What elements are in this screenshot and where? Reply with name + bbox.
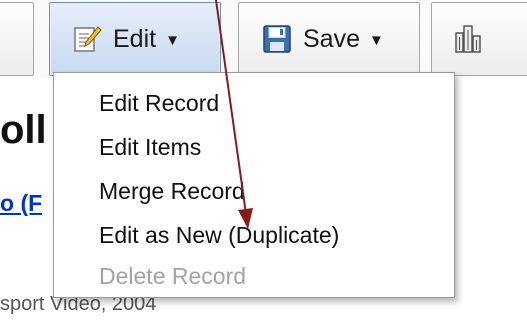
chevron-down-icon: ▼ bbox=[368, 31, 384, 49]
save-button[interactable]: Save ▼ bbox=[238, 2, 420, 76]
building-icon bbox=[452, 23, 484, 55]
floppy-disk-icon bbox=[261, 23, 293, 55]
chevron-down-icon: ▼ bbox=[165, 31, 180, 49]
menu-item-edit-record[interactable]: Edit Record bbox=[99, 87, 219, 119]
toolbar-button-partial[interactable] bbox=[0, 2, 34, 76]
edit-document-icon bbox=[71, 23, 103, 55]
edit-button-label: Edit bbox=[113, 24, 157, 53]
record-link[interactable]: o (F bbox=[0, 189, 42, 217]
menu-item-edit-items[interactable]: Edit Items bbox=[99, 131, 201, 163]
menu-item-delete-record: Delete Record bbox=[99, 263, 247, 289]
menu-item-edit-as-new[interactable]: Edit as New (Duplicate) bbox=[99, 219, 339, 251]
edit-dropdown-menu: Edit Record Edit Items Merge Record Edit… bbox=[53, 72, 455, 298]
edit-button[interactable]: Edit ▼ bbox=[49, 2, 221, 76]
page-title: oll bbox=[0, 108, 47, 152]
toolbar-button-more[interactable] bbox=[431, 2, 527, 76]
menu-item-merge-record[interactable]: Merge Record bbox=[99, 175, 245, 207]
save-button-label: Save bbox=[303, 24, 360, 53]
toolbar: Edit ▼ Save ▼ bbox=[0, 0, 527, 78]
